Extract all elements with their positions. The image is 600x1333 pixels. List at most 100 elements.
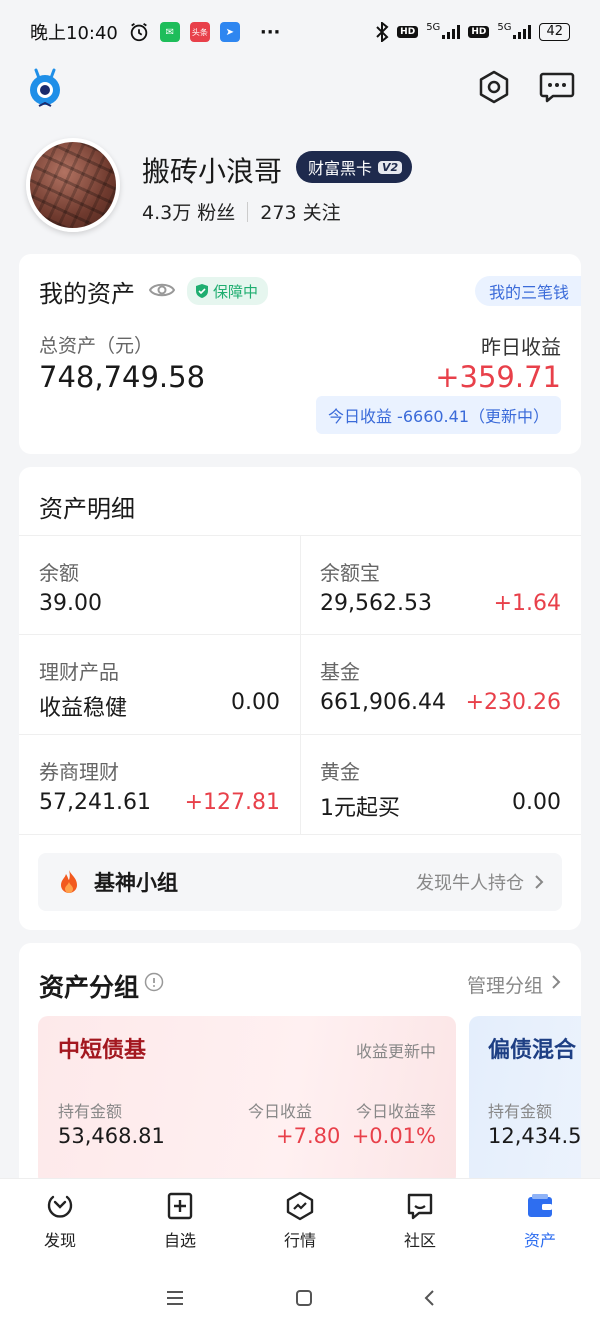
asset-groups-card: 资产分组 管理分组 中短债基 收益更新中 持有金额 53,468.81 今日收益… — [19, 943, 581, 1213]
signal-icon — [442, 25, 461, 39]
cell-change: 0.00 — [512, 790, 561, 815]
discover-icon — [47, 1195, 73, 1218]
vip-level: V2 — [378, 160, 403, 174]
system-nav-bar — [0, 1262, 600, 1333]
nav-discover[interactable]: 发现 — [0, 1179, 120, 1262]
asset-cell-balance[interactable]: 余额 39.00 — [19, 535, 300, 634]
divider — [247, 201, 249, 222]
hold-label: 持有金额 — [488, 1102, 553, 1121]
cell-label: 黄金 — [320, 760, 360, 784]
yesterday-earnings-value: +359.71 — [435, 360, 561, 394]
three-money-button[interactable]: 我的三笔钱 — [474, 276, 581, 306]
market-icon — [286, 1191, 314, 1220]
nav-label: 行情 — [283, 1230, 316, 1250]
alarm-icon — [130, 22, 148, 42]
menu-icon[interactable] — [165, 1290, 185, 1306]
message-icon[interactable] — [537, 67, 577, 107]
chevron-right-icon — [535, 875, 544, 889]
network-label-1: 5G — [426, 21, 441, 33]
home-icon[interactable] — [295, 1289, 313, 1307]
network-label-2: 5G — [497, 21, 512, 33]
nav-label: 资产 — [523, 1230, 556, 1250]
nav-watchlist[interactable]: 自选 — [120, 1179, 240, 1262]
cell-label: 基金 — [320, 660, 360, 684]
status-bar: 晚上10:40 ✉ 头条 ➤ ··· HD 5G HD 5G 42 — [0, 0, 600, 64]
cell-change: 0.00 — [231, 690, 280, 715]
bottom-nav: 发现 自选 行情 社区 资产 — [0, 1178, 600, 1262]
fund-group-bar[interactable]: 基神小组 发现牛人持仓 — [38, 853, 562, 911]
today-label: 今日收益 — [248, 1102, 313, 1121]
cell-value: 29,562.53 — [320, 591, 432, 616]
nav-market[interactable]: 行情 — [240, 1179, 360, 1262]
group-card-bond-mixed[interactable]: 偏债混合 持有金额 12,434.5 — [469, 1016, 581, 1186]
community-icon — [407, 1193, 433, 1219]
asset-cell-wealth[interactable]: 理财产品 收益稳健 0.00 — [19, 634, 300, 734]
wechat-icon: ✉ — [159, 22, 180, 42]
hd-icon-2: HD — [468, 26, 490, 38]
asset-cell-yuebao[interactable]: 余额宝 29,562.53 +1.64 — [300, 535, 581, 634]
total-assets-value: 748,749.58 — [39, 360, 206, 394]
app-icon: ➤ — [219, 22, 240, 42]
app-logo-icon[interactable] — [24, 66, 66, 110]
nav-community[interactable]: 社区 — [360, 1179, 480, 1262]
more-icon: ··· — [259, 21, 281, 43]
shield-icon — [196, 284, 208, 298]
hd-icon: HD — [397, 26, 419, 38]
fans-count[interactable]: 4.3万 粉丝 — [142, 198, 235, 225]
assets-icon — [528, 1193, 552, 1217]
cell-label: 理财产品 — [39, 660, 119, 684]
today-value: +7.80 — [276, 1124, 341, 1148]
vip-badge-label: 财富黑卡 — [308, 159, 373, 178]
cell-value: 661,906.44 — [320, 690, 446, 715]
flame-icon — [61, 870, 77, 893]
my-assets-title: 我的资产 — [39, 280, 135, 308]
cell-value: 1元起买 — [320, 796, 400, 821]
rate-value: +0.01% — [351, 1124, 436, 1148]
cell-label: 余额宝 — [320, 561, 380, 585]
chevron-right-icon[interactable] — [551, 974, 561, 990]
asset-cell-fund[interactable]: 基金 661,906.44 +230.26 — [300, 634, 581, 734]
cell-change: +230.26 — [465, 690, 561, 715]
my-assets-card: 我的资产 保障中 我的三笔钱 总资产（元） 748,749.58 昨日收益 +3… — [19, 254, 581, 454]
yesterday-earnings-label: 昨日收益 — [481, 335, 561, 359]
hold-value: 53,468.81 — [58, 1124, 165, 1148]
asset-cell-broker[interactable]: 券商理财 57,241.61 +127.81 — [19, 734, 300, 834]
toutiao-icon: 头条 — [189, 22, 210, 42]
cell-label: 余额 — [39, 561, 79, 585]
settings-icon[interactable] — [474, 67, 514, 107]
bluetooth-icon — [376, 22, 389, 42]
group-name: 偏债混合 — [488, 1038, 577, 1063]
nav-label: 社区 — [403, 1230, 436, 1250]
group-name: 中短债基 — [58, 1038, 147, 1063]
avatar[interactable] — [26, 138, 120, 232]
signal-icon-2 — [513, 25, 532, 39]
following-count[interactable]: 273 关注 — [260, 198, 340, 225]
cell-label: 券商理财 — [39, 760, 119, 784]
manage-groups-link[interactable]: 管理分组 — [467, 971, 543, 998]
asset-cell-gold[interactable]: 黄金 1元起买 0.00 — [300, 734, 581, 834]
cell-change: +127.81 — [184, 790, 280, 815]
nav-label: 自选 — [163, 1230, 196, 1250]
guard-badge[interactable]: 保障中 — [187, 277, 269, 305]
hold-label: 持有金额 — [58, 1102, 123, 1121]
nav-assets[interactable]: 资产 — [480, 1179, 600, 1262]
asset-groups-title: 资产分组 — [39, 973, 140, 1002]
cell-value: 收益稳健 — [39, 696, 128, 721]
fund-group-name: 基神小组 — [94, 871, 178, 895]
fund-group-link: 发现牛人持仓 — [416, 873, 524, 894]
follow-stats: 4.3万 粉丝 273 关注 — [142, 198, 341, 225]
asset-detail-card: 资产明细 余额 39.00 余额宝 29,562.53 +1.64 理财产品 收… — [19, 467, 581, 930]
clock: 晚上10:40 — [30, 23, 118, 44]
rate-label: 今日收益率 — [355, 1102, 436, 1121]
today-earnings-box[interactable]: 今日收益 -6660.41（更新中） — [315, 396, 561, 434]
eye-icon[interactable] — [149, 280, 175, 300]
user-nickname[interactable]: 搬砖小浪哥 — [142, 150, 282, 190]
battery-icon: 42 — [539, 23, 570, 41]
guard-label: 保障中 — [213, 282, 259, 301]
info-icon[interactable] — [144, 972, 164, 992]
back-icon[interactable] — [423, 1289, 435, 1307]
group-status: 收益更新中 — [355, 1042, 436, 1061]
group-card-short-bond[interactable]: 中短债基 收益更新中 持有金额 53,468.81 今日收益 +7.80 今日收… — [38, 1016, 456, 1186]
vip-badge[interactable]: 财富黑卡 V2 — [296, 151, 413, 183]
watchlist-icon — [167, 1192, 193, 1219]
